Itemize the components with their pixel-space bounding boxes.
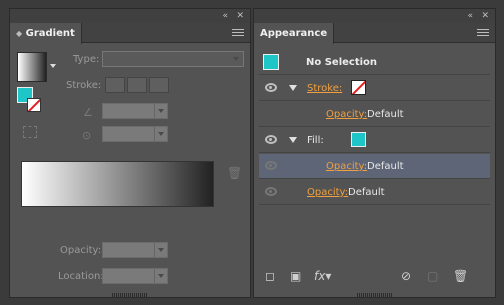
expand-triangle-icon[interactable] xyxy=(289,137,297,143)
stroke-along-button[interactable] xyxy=(127,77,147,93)
visibility-eye-icon[interactable] xyxy=(265,161,277,170)
opacity-field[interactable] xyxy=(102,242,168,258)
panel-gripper[interactable] xyxy=(112,293,148,297)
opacity-link[interactable]: Opacity: xyxy=(307,187,348,198)
visibility-eye-icon[interactable] xyxy=(265,135,277,144)
gradient-tabrow: ◆ Gradient xyxy=(10,23,250,44)
stroke-chip[interactable] xyxy=(27,98,41,112)
close-icon[interactable]: ✕ xyxy=(236,10,244,22)
gradient-panel: « ✕ ◆ Gradient Type: Stroke: ∠ ⊙ 🗑 Opaci… xyxy=(9,8,251,298)
updown-icon: ◆ xyxy=(16,29,23,38)
stroke-across-button[interactable] xyxy=(149,77,169,93)
panel-menu-icon[interactable] xyxy=(232,29,244,37)
opacity-value: Default xyxy=(348,187,385,198)
opacity-link[interactable]: Opacity: xyxy=(326,161,367,172)
fx-label: fx xyxy=(314,269,326,283)
fill-opacity-row[interactable]: Opacity: Default xyxy=(259,154,490,179)
stroke-opacity-row[interactable]: Opacity: Default xyxy=(259,102,490,127)
appearance-panel: « ✕ Appearance No Selection Stroke: Opac… xyxy=(253,8,496,298)
duplicate-item-icon[interactable]: ▢ xyxy=(427,269,438,283)
type-select[interactable] xyxy=(102,51,244,67)
location-field[interactable] xyxy=(102,268,168,284)
gradient-titlebar: « ✕ xyxy=(10,9,250,23)
opacity-value: Default xyxy=(367,161,404,172)
panel-menu-icon[interactable] xyxy=(477,29,489,37)
no-selection-label: No Selection xyxy=(306,57,378,68)
opacity-link[interactable]: Opacity: xyxy=(326,109,367,120)
no-selection-row: No Selection xyxy=(259,50,490,75)
add-new-stroke-icon[interactable]: ◻ xyxy=(265,269,275,283)
type-label: Type: xyxy=(73,54,100,65)
stroke-row[interactable]: Stroke: xyxy=(259,76,490,101)
stroke-within-button[interactable] xyxy=(105,77,125,93)
tab-appearance[interactable]: Appearance xyxy=(254,23,335,44)
appearance-tabrow: Appearance xyxy=(254,23,495,44)
add-new-effect-icon[interactable]: fx▾ xyxy=(314,269,331,283)
appearance-titlebar: « ✕ xyxy=(254,9,495,23)
panel-gripper[interactable] xyxy=(356,293,393,297)
visibility-eye-icon[interactable] xyxy=(265,83,277,92)
delete-stop-icon[interactable]: 🗑 xyxy=(227,166,242,180)
fill-label: Fill: xyxy=(307,135,324,146)
aspect-ratio-icon: ⊙ xyxy=(82,129,92,142)
tab-gradient[interactable]: ◆ Gradient xyxy=(10,23,82,44)
angle-icon: ∠ xyxy=(83,106,93,119)
stroke-link[interactable]: Stroke: xyxy=(307,83,342,94)
stroke-label: Stroke: xyxy=(66,80,102,91)
swatch-dropdown-icon[interactable] xyxy=(50,64,56,68)
visibility-eye-icon[interactable] xyxy=(265,187,277,196)
angle-field[interactable] xyxy=(102,103,168,119)
gradient-slider-bar[interactable] xyxy=(21,161,214,207)
fill-swatch[interactable] xyxy=(351,132,366,147)
add-new-fill-icon[interactable]: ▣ xyxy=(290,269,301,283)
collapse-icon[interactable]: « xyxy=(222,10,228,22)
opacity-label: Opacity: xyxy=(60,245,102,256)
close-icon[interactable]: ✕ xyxy=(481,10,489,22)
gradient-swatch[interactable] xyxy=(17,52,47,82)
collapse-icon[interactable]: « xyxy=(467,10,473,22)
reverse-gradient-icon[interactable] xyxy=(23,126,37,138)
aspect-ratio-field[interactable] xyxy=(102,126,168,142)
object-opacity-row[interactable]: Opacity: Default xyxy=(259,180,490,205)
opacity-value: Default xyxy=(367,109,404,120)
clear-appearance-icon[interactable]: ⊘ xyxy=(401,269,411,283)
expand-triangle-icon[interactable] xyxy=(289,85,297,91)
selection-thumbnail xyxy=(263,54,279,70)
tab-gradient-label: Gradient xyxy=(25,28,75,39)
fill-row[interactable]: Fill: xyxy=(259,128,490,153)
stroke-swatch[interactable] xyxy=(351,80,366,95)
location-label: Location: xyxy=(58,271,104,282)
delete-item-icon[interactable]: 🗑 xyxy=(453,269,468,283)
